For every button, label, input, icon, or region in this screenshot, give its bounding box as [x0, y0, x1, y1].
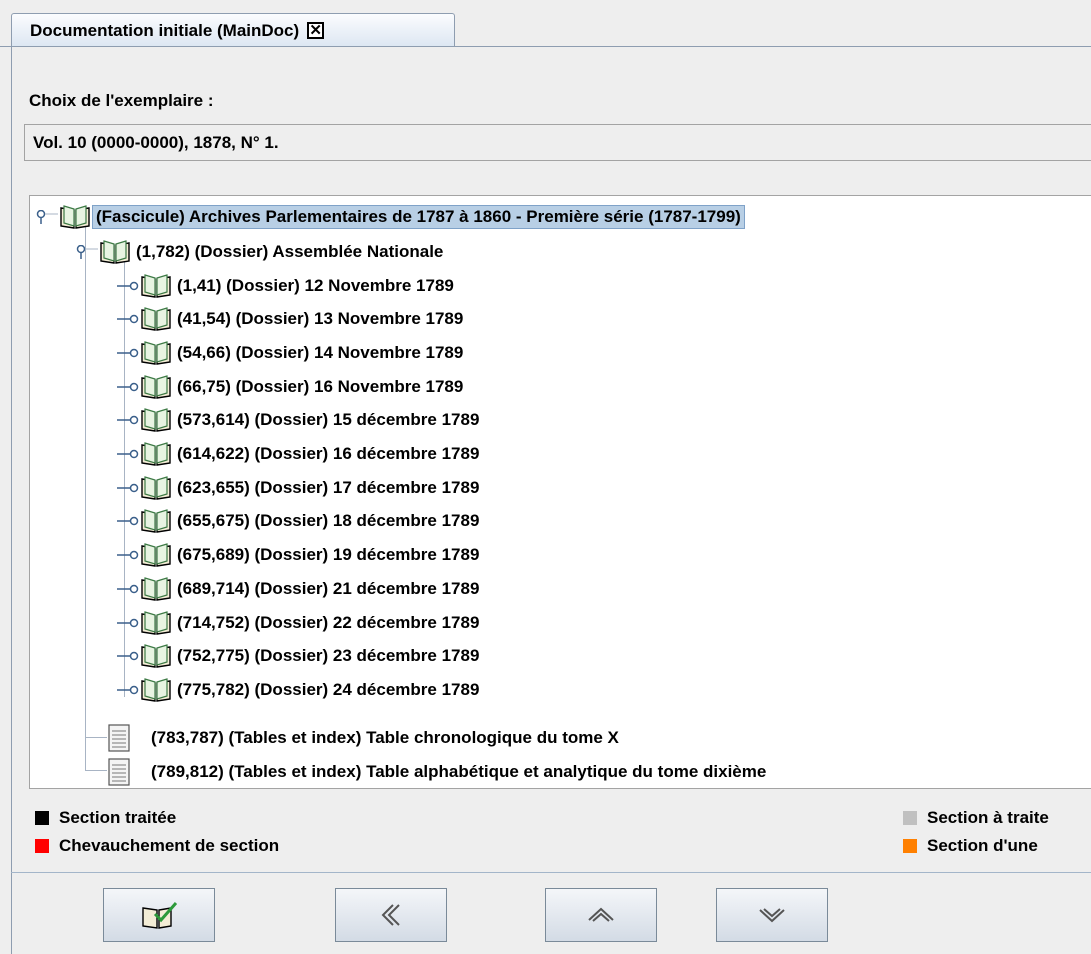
open-book-icon — [141, 442, 171, 466]
legend-processed: Section traitée — [35, 808, 176, 828]
tree-node-root[interactable]: (Fascicule) Archives Parlementaires de 1… — [36, 201, 745, 232]
expanded-handle-icon[interactable] — [36, 209, 58, 224]
tree-node-day[interactable]: (573,614) (Dossier) 15 décembre 1789 — [117, 405, 483, 436]
open-book-icon — [141, 273, 171, 298]
collapsed-handle-icon[interactable] — [117, 649, 139, 663]
tree-line — [85, 737, 107, 738]
validate-button[interactable] — [103, 888, 215, 942]
tree-node-table[interactable]: (783,787) (Tables et index) Table chrono… — [107, 722, 623, 753]
collapsed-handle-icon[interactable] — [117, 582, 139, 596]
tree-node-day[interactable]: (714,752) (Dossier) 22 décembre 1789 — [117, 607, 483, 638]
collapsed-handle-icon[interactable] — [117, 616, 139, 630]
back-button[interactable] — [335, 888, 447, 942]
legend-label: Section d'une — [927, 836, 1038, 855]
legend-swatch — [35, 839, 49, 853]
tree-node-label: (1,782) (Dossier) Assemblée Nationale — [136, 241, 444, 261]
tab-strip: Documentation initiale (MainDoc) ✕ — [0, 0, 1091, 47]
collapsed-handle-icon[interactable] — [117, 447, 139, 461]
open-book-icon — [100, 239, 130, 264]
tree-node-day[interactable]: (54,66) (Dossier) 14 Novembre 1789 — [117, 337, 467, 368]
open-book-icon — [141, 341, 171, 365]
tree-node-label: (54,66) (Dossier) 14 Novembre 1789 — [177, 342, 464, 362]
tree-node-day[interactable]: (623,655) (Dossier) 17 décembre 1789 — [117, 472, 483, 503]
tree-node-label: (752,775) (Dossier) 23 décembre 1789 — [177, 646, 480, 666]
tree-node-label: (41,54) (Dossier) 13 Novembre 1789 — [177, 309, 464, 329]
tree-node-label: (689,714) (Dossier) 21 décembre 1789 — [177, 578, 480, 598]
tree-node-dossier[interactable]: (1,782) (Dossier) Assemblée Nationale — [76, 236, 447, 267]
open-book-icon — [141, 543, 171, 567]
separator — [11, 872, 1091, 873]
collapsed-handle-icon[interactable] — [117, 279, 139, 293]
tree-node-day[interactable]: (66,75) (Dossier) 16 Novembre 1789 — [117, 371, 467, 402]
tree-node-day[interactable]: (1,41) (Dossier) 12 Novembre 1789 — [117, 270, 458, 301]
book-check-icon — [142, 902, 178, 929]
tree-node-label: (675,689) (Dossier) 19 décembre 1789 — [177, 545, 480, 565]
collapsed-handle-icon[interactable] — [117, 683, 139, 697]
tree-node-day[interactable]: (41,54) (Dossier) 13 Novembre 1789 — [117, 304, 467, 335]
collapsed-handle-icon[interactable] — [117, 312, 139, 326]
tree-node-day[interactable]: (689,714) (Dossier) 21 décembre 1789 — [117, 573, 483, 604]
tree-node-day[interactable]: (752,775) (Dossier) 23 décembre 1789 — [117, 641, 483, 672]
legend-swatch — [903, 811, 917, 825]
legend-label: Section à traite — [927, 808, 1049, 827]
collapsed-handle-icon[interactable] — [117, 346, 139, 360]
tree-node-label: (783,787) (Tables et index) Table chrono… — [151, 727, 619, 747]
tab-label: Documentation initiale (MainDoc) — [30, 20, 300, 40]
tree-node-day[interactable]: (655,675) (Dossier) 18 décembre 1789 — [117, 506, 483, 537]
tree-node-label: (714,752) (Dossier) 22 décembre 1789 — [177, 612, 480, 632]
double-chevron-left-icon — [381, 904, 400, 926]
legend-overlap: Chevauchement de section — [35, 836, 279, 856]
open-book-icon — [141, 644, 171, 669]
open-book-icon — [141, 475, 171, 500]
legend-other: Section d'une — [903, 836, 1038, 856]
tree-node-label: (573,614) (Dossier) 15 décembre 1789 — [177, 410, 480, 430]
document-tree[interactable]: (Fascicule) Archives Parlementaires de 1… — [29, 195, 1091, 789]
chevron-up-icon — [588, 907, 614, 922]
open-book-icon — [141, 610, 171, 635]
open-book-icon — [141, 408, 171, 433]
collapsed-handle-icon[interactable] — [117, 514, 139, 528]
open-book-icon — [141, 307, 171, 332]
open-book-icon — [141, 509, 171, 534]
tree-line — [85, 770, 107, 771]
copy-choice-label: Choix de l'exemplaire : — [29, 91, 214, 110]
collapsed-handle-icon[interactable] — [117, 380, 139, 394]
tree-node-label: (775,782) (Dossier) 24 décembre 1789 — [177, 679, 480, 699]
open-book-icon — [141, 576, 171, 601]
legend-swatch — [35, 811, 49, 825]
document-icon — [108, 757, 130, 786]
tree-node-label: (655,675) (Dossier) 18 décembre 1789 — [177, 511, 480, 531]
tree-node-label: (789,812) (Tables et index) Table alphab… — [151, 761, 767, 781]
tree-node-label: (66,75) (Dossier) 16 Novembre 1789 — [177, 376, 464, 396]
close-icon[interactable]: ✕ — [307, 22, 325, 39]
tree-node-table[interactable]: (789,812) (Tables et index) Table alphab… — [107, 756, 770, 787]
legend-label: Section traitée — [59, 808, 177, 827]
tree-node-day[interactable]: (614,622) (Dossier) 16 décembre 1789 — [117, 439, 483, 470]
tree-node-label: (Fascicule) Archives Parlementaires de 1… — [92, 204, 745, 229]
open-book-icon — [60, 204, 90, 229]
tree-node-day[interactable]: (675,689) (Dossier) 19 décembre 1789 — [117, 540, 483, 571]
legend-label: Chevauchement de section — [59, 836, 280, 855]
legend-to-process: Section à traite — [903, 808, 1049, 828]
collapsed-handle-icon[interactable] — [117, 481, 139, 495]
tree-line — [85, 257, 86, 770]
chevron-down-icon — [759, 908, 785, 923]
tree-node-label: (1,41) (Dossier) 12 Novembre 1789 — [177, 275, 454, 295]
open-book-icon — [141, 678, 171, 702]
tree-node-label: (623,655) (Dossier) 17 décembre 1789 — [177, 477, 480, 497]
tab-maindoc[interactable]: Documentation initiale (MainDoc) ✕ — [11, 13, 455, 47]
tree-node-label: (614,622) (Dossier) 16 décembre 1789 — [177, 444, 480, 463]
collapsed-handle-icon[interactable] — [117, 548, 139, 562]
down-button[interactable] — [716, 888, 828, 942]
collapsed-handle-icon[interactable] — [117, 413, 139, 427]
copy-selector[interactable]: Vol. 10 (0000-0000), 1878, N° 1. — [24, 124, 1091, 161]
legend-swatch — [903, 839, 917, 853]
open-book-icon — [141, 374, 171, 399]
expanded-handle-icon[interactable] — [76, 244, 98, 259]
document-icon — [108, 723, 130, 752]
tree-node-day[interactable]: (775,782) (Dossier) 24 décembre 1789 — [117, 674, 483, 705]
copy-selector-value: Vol. 10 (0000-0000), 1878, N° 1. — [33, 132, 279, 152]
up-button[interactable] — [545, 888, 657, 942]
